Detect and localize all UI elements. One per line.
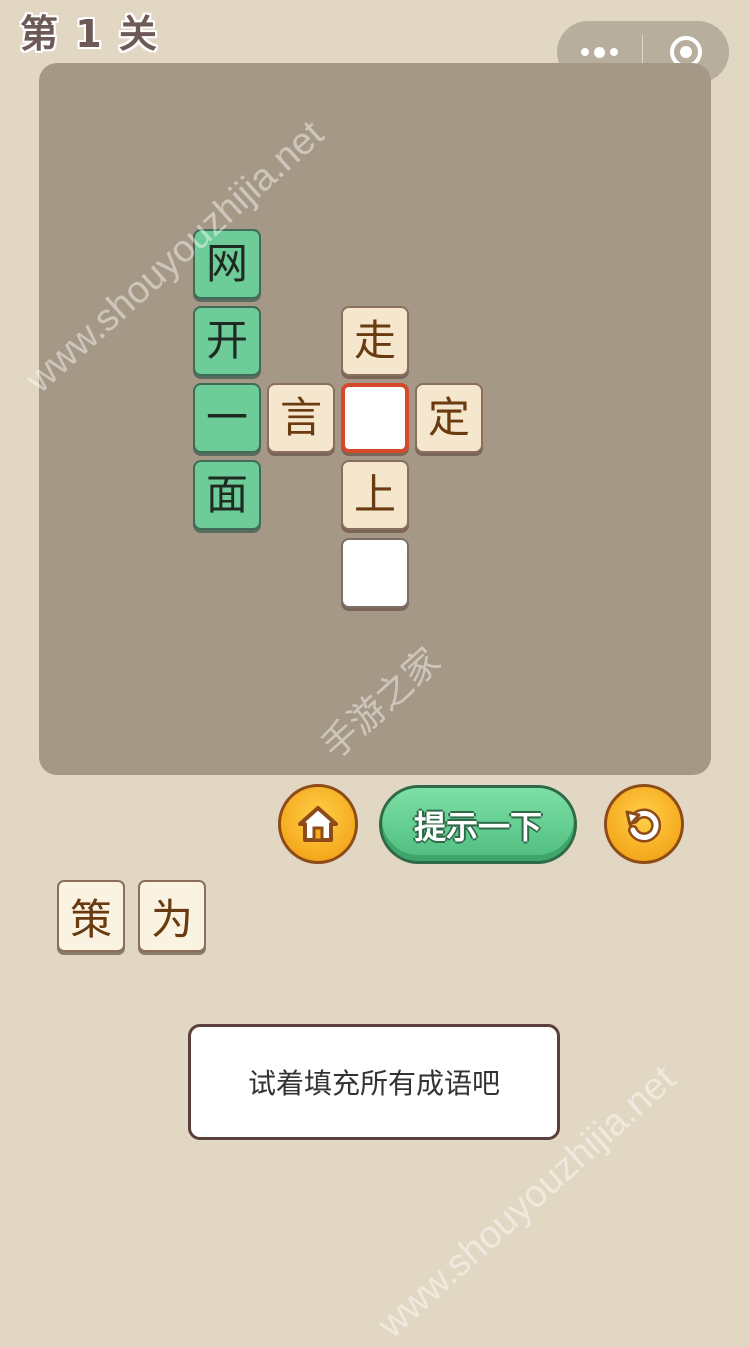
level-title: 第 1 关 <box>20 12 159 56</box>
board-tile[interactable]: 言 <box>267 383 335 453</box>
restart-button[interactable] <box>604 784 684 864</box>
toast-message: 试着填充所有成语吧 <box>188 1024 560 1140</box>
tile-char: 上 <box>353 470 396 519</box>
board-tile[interactable]: 开 <box>193 306 261 376</box>
tile-char: 走 <box>353 316 396 365</box>
option-tile[interactable]: 策 <box>57 880 125 952</box>
home-icon <box>298 806 338 842</box>
board-tile[interactable]: 网 <box>193 229 261 299</box>
board-tile[interactable]: 一 <box>193 383 261 453</box>
board-tile[interactable]: 走 <box>341 306 409 376</box>
option-char: 策 <box>69 894 112 944</box>
option-char: 为 <box>150 894 193 944</box>
tile-char: 网 <box>205 239 248 288</box>
board-tile[interactable]: 定 <box>415 383 483 453</box>
home-button[interactable] <box>278 784 358 864</box>
board-tile[interactable]: 上 <box>341 460 409 530</box>
board-tile[interactable]: 面 <box>193 460 261 530</box>
restart-icon <box>625 808 662 843</box>
tile-char: 面 <box>205 470 248 519</box>
option-tile[interactable]: 为 <box>138 880 206 952</box>
empty-tile[interactable] <box>341 538 409 608</box>
tile-char: 一 <box>205 393 248 442</box>
hint-label: 提示一下 <box>413 807 542 846</box>
tile-char: 开 <box>205 316 248 365</box>
selected-empty-tile[interactable] <box>341 383 409 453</box>
tile-char: 言 <box>279 393 322 442</box>
hint-button[interactable]: 提示一下 <box>379 785 577 864</box>
tile-char: 定 <box>427 393 470 442</box>
more-dots-icon[interactable] <box>557 46 642 58</box>
toast-text: 试着填充所有成语吧 <box>247 1067 500 1100</box>
